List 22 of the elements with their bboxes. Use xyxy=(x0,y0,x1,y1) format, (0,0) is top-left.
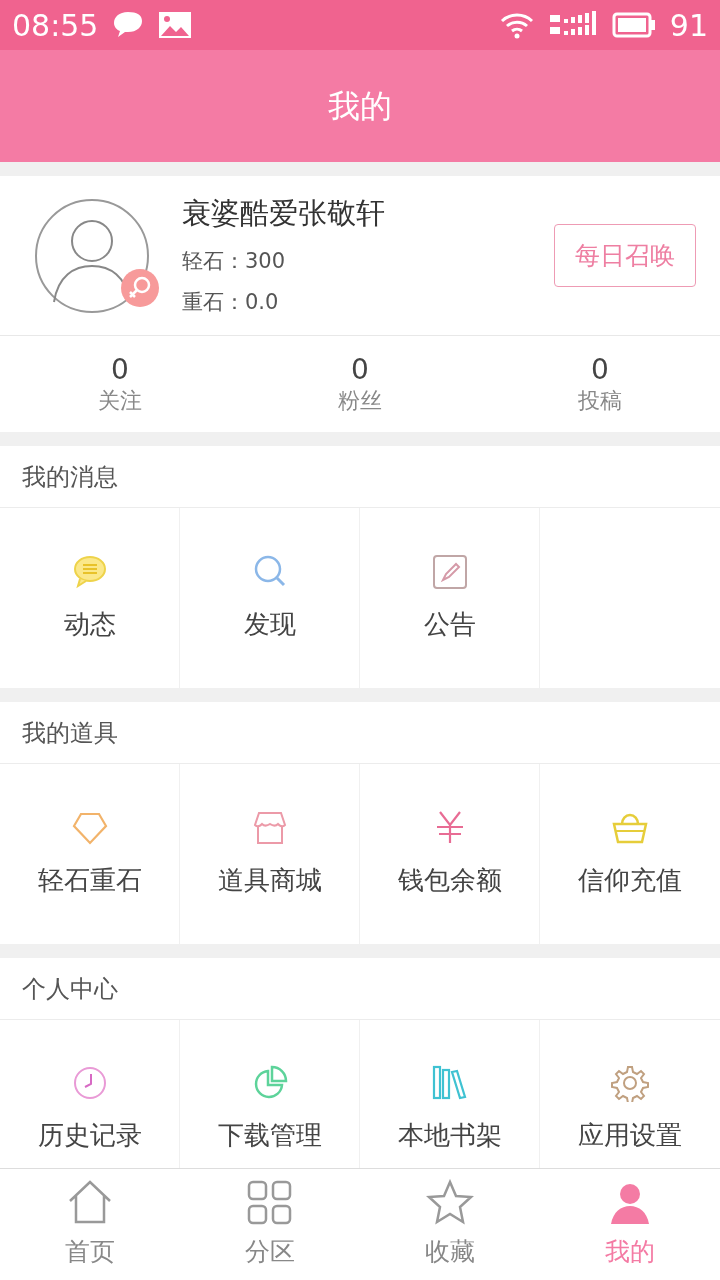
edit-icon xyxy=(430,552,469,591)
status-time: 08:55 xyxy=(12,6,99,45)
books-icon xyxy=(430,1064,469,1102)
stat-label: 投稿 xyxy=(578,390,622,412)
page-title: 我的 xyxy=(0,50,720,162)
battery-icon xyxy=(611,12,656,38)
light-stone-balance: 轻石：300 xyxy=(182,247,287,275)
heavy-stone-balance: 重石：0.0 xyxy=(182,289,280,317)
stat-count: 0 xyxy=(351,356,369,384)
user-name: 衰婆酷爱张敬轩 xyxy=(182,195,386,233)
stat-count: 0 xyxy=(591,356,609,384)
image-icon xyxy=(158,11,193,39)
star-icon xyxy=(426,1178,474,1227)
wifi-icon xyxy=(499,11,534,39)
female-icon xyxy=(120,267,160,308)
stat-label: 关注 xyxy=(98,390,142,412)
stat-count: 0 xyxy=(111,356,129,384)
stat-label: 粉丝 xyxy=(338,390,382,412)
settings-icon xyxy=(611,1064,649,1102)
grid-icon xyxy=(246,1178,294,1227)
message-icon xyxy=(112,10,145,40)
battery-level: 91 xyxy=(669,6,708,45)
